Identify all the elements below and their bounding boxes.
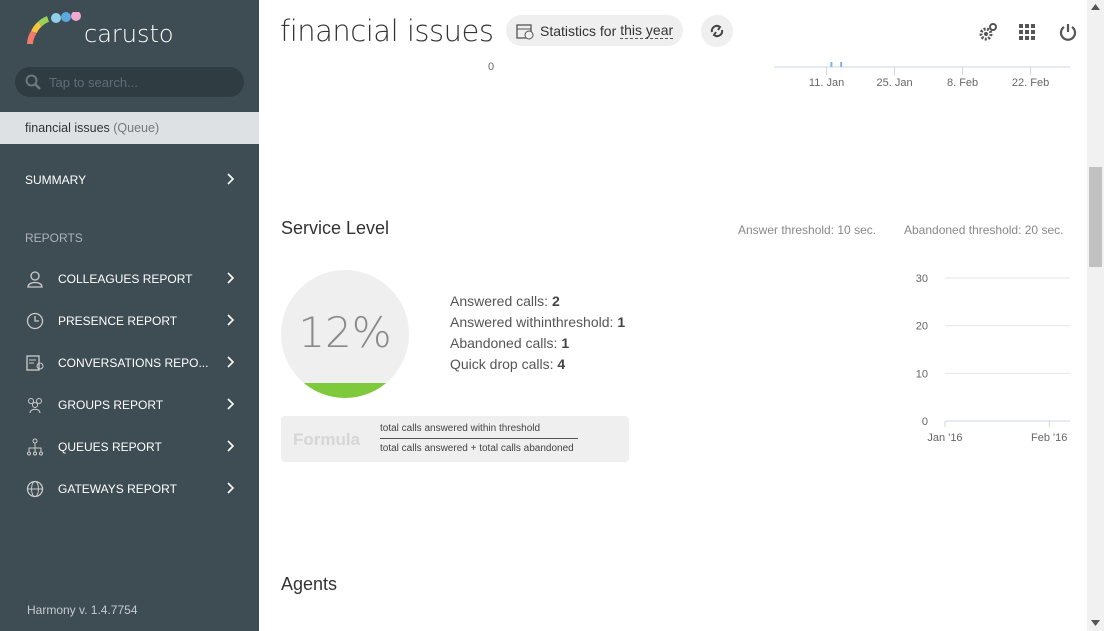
scrollbar[interactable] [1087,0,1104,631]
stat-answered-within-threshold: Answered withinthreshold: 1 [450,314,626,330]
formula-numerator: total calls answered within threshold [380,423,541,434]
bar [840,62,843,67]
conversations-icon [25,353,45,373]
x-tick-label: 22. Feb [1012,77,1049,89]
current-queue[interactable]: financial issues (Queue) [0,112,259,144]
timeline-chart: 011. Jan25. Jan8. Feb22. Feb7. Mar21. Ma… [488,61,1070,89]
search-icon [25,74,41,90]
sidebar-item-presence-report[interactable]: PRESENCE REPORT [0,300,259,342]
sidebar-item-label: CONVERSATIONS REPO... [58,356,209,370]
sidebar-item-colleagues-report[interactable]: COLLEAGUES REPORT [0,258,259,300]
service-level-percent: 12% [298,308,392,357]
abandoned-threshold: Abandoned threshold: 20 sec. [904,223,1064,237]
stat-answered: Answered calls: 2 [450,293,560,309]
x-tick-label: 8. Feb [947,77,978,89]
grid-icon [1019,24,1035,40]
page-title: financial issues [280,14,494,48]
sidebar-item-conversations-report[interactable]: CONVERSATIONS REPO... [0,342,259,384]
scrollbar-thumb[interactable] [1089,167,1102,267]
agents-title: Agents [281,574,338,594]
main-content: financial issues Statistics for this yea… [259,0,1087,631]
stats-period[interactable]: this year [620,22,674,39]
sidebar-item-label: GROUPS REPORT [58,398,164,412]
service-level-title: Service Level [281,218,390,238]
sidebar-item-label: PRESENCE REPORT [58,314,178,328]
search-input[interactable] [49,74,219,90]
chevron-right-icon [227,314,235,326]
brand-name: carusto [84,20,174,48]
x-tick-label: 11. Jan [809,77,844,89]
logo[interactable]: carusto [26,12,174,48]
sidebar-item-label: GATEWAYS REPORT [58,482,177,496]
sidebar-item-gateways-report[interactable]: GATEWAYS REPORT [0,468,259,510]
gauge-fill [281,382,409,398]
gears-icon [979,23,997,41]
chevron-right-icon [227,440,235,452]
calendar-icon [516,23,534,39]
stats-label: Statistics for [540,22,617,39]
chevron-right-icon [227,272,235,284]
sidebar: carusto financial issues (Queue) SUMMARY… [0,0,259,631]
sidebar-item-summary[interactable]: SUMMARY [0,159,259,201]
service-level-chart: 0102030Jan '16Feb '16Mar '16Apr '16 [916,273,1070,444]
y-tick-label: 0 [488,61,494,73]
refresh-button[interactable] [701,15,733,47]
answer-threshold: Answer threshold: 10 sec. [738,223,877,237]
refresh-icon [710,24,724,38]
formula-divider [380,438,578,439]
statistics-period-button[interactable]: Statistics for this year [506,15,684,46]
clock-icon [25,311,45,331]
scroll-up-icon[interactable] [1091,4,1100,10]
y-tick-label: 30 [916,273,928,285]
sidebar-item-label: COLLEAGUES REPORT [58,272,193,286]
settings-button[interactable] [978,22,998,42]
chevron-right-icon [227,482,235,494]
y-tick-label: 0 [922,416,928,428]
x-tick-label: 25. Jan [877,77,913,89]
formula-label: Formula [293,430,361,449]
groups-icon [25,395,45,415]
sidebar-item-queues-report[interactable]: QUEUES REPORT [0,426,259,468]
y-tick-label: 20 [916,321,928,333]
current-queue-type: (Queue) [113,121,160,135]
globe-icon [25,479,45,499]
power-icon [1059,24,1077,41]
bar [830,62,833,67]
chevron-right-icon [227,173,235,185]
section-label: REPORTS [25,231,83,245]
chevron-right-icon [227,356,235,368]
formula-box: Formula total calls answered within thre… [281,416,629,462]
call-stats: Answered calls: 2 Answered withinthresho… [450,291,625,375]
user-icon [25,269,45,289]
formula-denominator: total calls answered + total calls aband… [380,443,574,454]
version-label: Harmony v. 1.4.7754 [27,603,138,617]
current-queue-name: financial issues [25,121,110,135]
chevron-right-icon [227,398,235,410]
sidebar-item-label: QUEUES REPORT [58,440,162,454]
stat-quick-drop: Quick drop calls: 4 [450,356,566,372]
x-tick-label: Feb '16 [1031,432,1067,444]
scroll-down-icon[interactable] [1091,620,1100,626]
logout-button[interactable] [1058,22,1078,42]
sidebar-item-label: SUMMARY [25,173,87,187]
stat-abandoned: Abandoned calls: 1 [450,335,570,351]
hierarchy-icon [25,437,45,457]
sidebar-item-groups-report[interactable]: GROUPS REPORT [0,384,259,426]
x-tick-label: Jan '16 [927,432,962,444]
search-box[interactable] [15,67,244,97]
service-level-gauge: 12% [281,270,409,398]
apps-button[interactable] [1017,22,1037,42]
logo-fan-icon [27,12,81,45]
y-tick-label: 10 [916,368,928,380]
